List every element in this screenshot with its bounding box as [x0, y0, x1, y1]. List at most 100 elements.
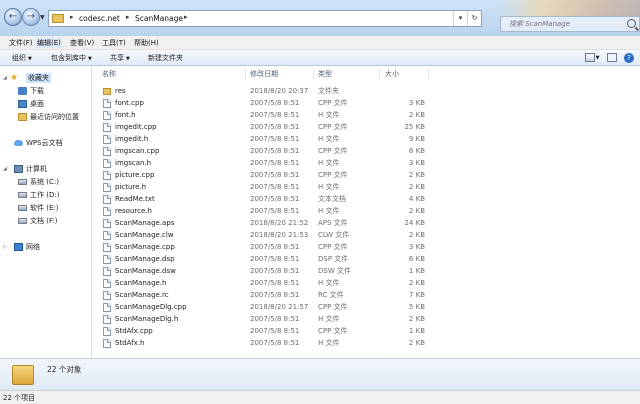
file-row[interactable]: resource.h 2007/5/8 8:51 H 文件 2 KB [93, 205, 425, 217]
column-divider[interactable] [379, 68, 380, 80]
status-item-count: 22 个项目 [3, 394, 36, 402]
file-row[interactable]: StdAfx.h 2007/5/8 8:51 H 文件 2 KB [93, 337, 425, 349]
nav-label: 下载 [30, 87, 44, 95]
organize-label: 组织 [12, 54, 26, 62]
file-row[interactable]: picture.h 2007/5/8 8:51 H 文件 2 KB [93, 181, 425, 193]
file-name: font.h [115, 111, 136, 119]
file-date: 2007/5/8 8:51 [250, 159, 300, 167]
collapse-icon[interactable]: ◢ [3, 73, 7, 83]
file-row[interactable]: ReadMe.txt 2007/5/8 8:51 文本文档 4 KB [93, 193, 425, 205]
item-count: 22 个对象 [47, 365, 82, 374]
share-button[interactable]: 共享 ▼ [110, 53, 130, 63]
address-bar-area: ← → ▼ ▸ codesc.net ▸ ScanManage ▸ ▾ ↻ [0, 0, 640, 36]
new-folder-button[interactable]: 新建文件夹 [148, 53, 183, 63]
breadcrumb-scanmanage[interactable]: ScanManage [135, 14, 183, 23]
file-row[interactable]: ScanManageDlg.cpp 2018/8/20 21:57 CPP 文件 5 … [93, 301, 425, 313]
file-icon [103, 195, 111, 204]
chevron-down-icon: ▼ [126, 56, 130, 62]
preview-pane-icon[interactable] [606, 53, 617, 62]
file-size: 4 KB [408, 195, 425, 203]
file-row[interactable]: StdAfx.cpp 2007/5/8 8:51 CPP 文件 1 KB [93, 325, 425, 337]
menu-edit[interactable]: 编辑(E) [36, 38, 62, 48]
file-row[interactable]: imgscan.h 2007/5/8 8:51 H 文件 3 KB [93, 157, 425, 169]
breadcrumb-codesc[interactable]: codesc.net [79, 14, 120, 23]
column-header-date[interactable]: 修改日期 [250, 68, 278, 80]
file-row[interactable]: ScanManage.rc 2007/5/8 8:51 RC 文件 7 KB [93, 289, 425, 301]
file-row[interactable]: font.cpp 2007/5/8 8:51 CPP 文件 3 KB [93, 97, 425, 109]
column-divider[interactable] [245, 68, 246, 80]
file-row[interactable]: ScanManage.h 2007/5/8 8:51 H 文件 2 KB [93, 277, 425, 289]
nav-label: 网络 [26, 243, 40, 251]
file-size: 24 KB [404, 219, 425, 227]
file-name: ScanManage.rc [115, 291, 169, 299]
file-date: 2007/5/8 8:51 [250, 291, 300, 299]
column-divider[interactable] [313, 68, 314, 80]
breadcrumb-separator[interactable]: ▸ [70, 13, 74, 21]
file-row[interactable]: imgscan.cpp 2007/5/8 8:51 CPP 文件 6 KB [93, 145, 425, 157]
menu-help[interactable]: 帮助(H) [133, 38, 160, 48]
folder-icon [12, 365, 34, 385]
file-row[interactable]: picture.cpp 2007/5/8 8:51 CPP 文件 2 KB [93, 169, 425, 181]
network-icon [14, 243, 23, 251]
column-header-type[interactable]: 类型 [318, 68, 332, 80]
menu-view[interactable]: 查看(V) [69, 38, 95, 48]
help-icon[interactable]: ? [624, 53, 634, 63]
file-row[interactable]: imgedit.h 2007/5/8 8:51 H 文件 9 KB [93, 133, 425, 145]
change-view-icon[interactable] [584, 53, 595, 62]
file-type: H 文件 [318, 135, 340, 143]
file-row[interactable]: res 2018/8/20 20:37 文件夹 [93, 85, 423, 97]
file-icon [103, 123, 111, 132]
menu-file[interactable]: 文件(F) [8, 38, 34, 48]
search-input[interactable] [509, 17, 629, 31]
file-row[interactable]: ScanManage.clw 2018/8/20 21:53 CLW 文件 2 KB [93, 229, 425, 241]
forward-button[interactable]: → [22, 8, 40, 26]
include-in-library-button[interactable]: 包含到库中 ▼ [51, 53, 92, 63]
file-row[interactable]: ScanManage.dsw 2007/5/8 8:51 DSW 文件 1 KB [93, 265, 425, 277]
file-name: ScanManage.clw [115, 231, 174, 239]
breadcrumb-separator[interactable]: ▸ [184, 13, 188, 21]
breadcrumb-separator[interactable]: ▸ [126, 13, 130, 21]
file-date: 2007/5/8 8:51 [250, 135, 300, 143]
file-type: CPP 文件 [318, 327, 348, 335]
file-name: picture.h [115, 183, 147, 191]
file-row[interactable]: ScanManageDlg.h 2007/5/8 8:51 H 文件 2 KB [93, 313, 425, 325]
file-size: 3 KB [408, 243, 425, 251]
file-row[interactable]: font.h 2007/5/8 8:51 H 文件 2 KB [93, 109, 425, 121]
file-size: 2 KB [408, 111, 425, 119]
back-button[interactable]: ← [4, 8, 22, 26]
search-icon[interactable] [627, 19, 636, 28]
nav-favorites[interactable]: ◢ ★ 收藏夹 [2, 73, 90, 83]
file-icon [103, 255, 111, 264]
search-box[interactable] [500, 16, 640, 32]
column-header-size[interactable]: 大小 [385, 68, 399, 80]
expand-icon[interactable]: ▷ [3, 242, 7, 252]
computer-icon [14, 165, 23, 173]
column-divider[interactable] [428, 68, 429, 80]
recent-pages-dropdown[interactable]: ▼ [40, 14, 45, 21]
file-type: CPP 文件 [318, 147, 348, 155]
nav-network[interactable]: ▷ 网络 [2, 242, 90, 252]
collapse-icon[interactable]: ◢ [3, 164, 7, 174]
address-dropdown[interactable]: ▾ [453, 11, 467, 26]
file-date: 2007/5/8 8:51 [250, 99, 300, 107]
file-name: ScanManage.h [115, 279, 167, 287]
arrow-right-icon: → [26, 11, 36, 22]
file-size: 1 KB [408, 267, 425, 275]
file-list: 名称 修改日期 类型 大小 res 2018/8/20 20:37 文件夹 font.… [93, 66, 640, 358]
nav-computer[interactable]: ◢ 计算机 [2, 164, 90, 174]
file-date: 2007/5/8 8:51 [250, 339, 300, 347]
column-header-name[interactable]: 名称 [102, 68, 116, 80]
file-size: 5 KB [408, 303, 425, 311]
file-name: font.cpp [115, 99, 144, 107]
file-type: CPP 文件 [318, 243, 348, 251]
file-date: 2018/8/20 21:53 [250, 231, 309, 239]
file-row[interactable]: ScanManage.cpp 2007/5/8 8:51 CPP 文件 3 KB [93, 241, 425, 253]
chevron-down-icon[interactable]: ▼ [596, 55, 600, 61]
organize-button[interactable]: 组织 ▼ [12, 53, 32, 63]
file-row[interactable]: ScanManage.aps 2018/8/20 21:52 APS 文件 24 KB [93, 217, 425, 229]
file-row[interactable]: imgedit.cpp 2007/5/8 8:51 CPP 文件 25 KB [93, 121, 425, 133]
refresh-button[interactable]: ↻ [467, 11, 481, 26]
menu-tools[interactable]: 工具(T) [101, 38, 127, 48]
file-row[interactable]: ScanManage.dsp 2007/5/8 8:51 DSP 文件 6 KB [93, 253, 425, 265]
address-box[interactable]: ▸ codesc.net ▸ ScanManage ▸ ▾ ↻ [48, 10, 482, 27]
